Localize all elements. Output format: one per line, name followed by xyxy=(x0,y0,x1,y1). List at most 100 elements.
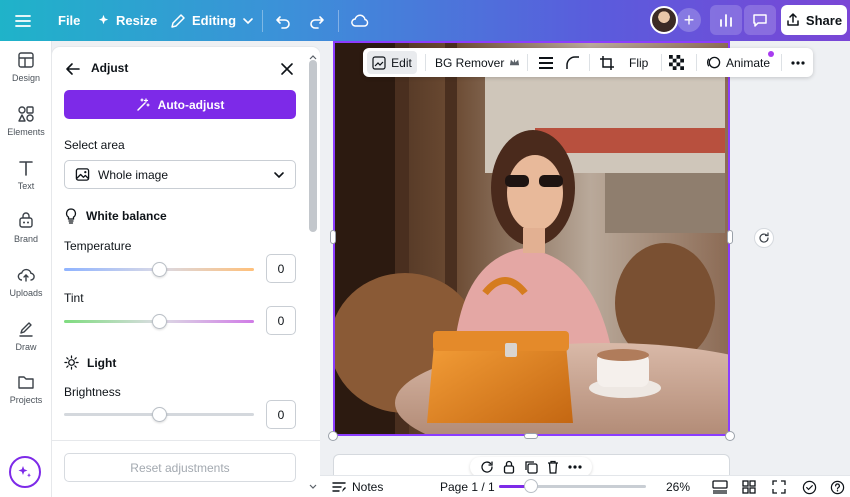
light-heading: Light xyxy=(64,355,116,370)
toolbar-divider xyxy=(661,54,662,71)
main-menu-button[interactable] xyxy=(14,0,32,41)
expand-icon xyxy=(772,480,786,494)
resize-handle-bottom[interactable] xyxy=(524,433,538,439)
brightness-thumb[interactable] xyxy=(152,407,167,422)
close-icon[interactable] xyxy=(280,62,294,76)
resize-button[interactable]: Resize xyxy=(97,0,157,41)
file-menu-button[interactable]: File xyxy=(58,0,80,41)
lock-icon[interactable] xyxy=(503,460,515,474)
zoom-percentage[interactable]: 26% xyxy=(666,476,690,497)
grid-view-button[interactable] xyxy=(712,476,728,497)
share-label: Share xyxy=(805,12,843,28)
reset-adjustments-button[interactable]: Reset adjustments xyxy=(64,453,296,482)
panel-scrollbar-thumb[interactable] xyxy=(309,60,317,232)
select-area-dropdown[interactable]: Whole image xyxy=(64,160,296,189)
animate-icon xyxy=(706,56,721,69)
refresh-page-icon[interactable] xyxy=(480,460,494,474)
image-context-toolbar: Edit BG Remover Flip Animate xyxy=(363,48,813,77)
more-options-button[interactable] xyxy=(791,48,805,77)
tint-thumb[interactable] xyxy=(152,314,167,329)
chevron-down-icon xyxy=(274,171,284,178)
auto-adjust-button[interactable]: Auto-adjust xyxy=(64,90,296,119)
notes-button[interactable]: Notes xyxy=(332,476,383,497)
panel-scrollbar[interactable] xyxy=(308,54,318,494)
resize-handle-bottom-right[interactable] xyxy=(725,431,735,441)
cloud-save-status-button[interactable] xyxy=(350,0,370,41)
transparency-button[interactable] xyxy=(669,48,684,77)
rotate-icon xyxy=(759,232,769,243)
zoom-slider-thumb[interactable] xyxy=(524,479,538,493)
page-actions-bar xyxy=(470,457,592,477)
more-horizontal-icon xyxy=(791,60,805,65)
flip-button[interactable]: Flip xyxy=(629,48,648,77)
tint-slider[interactable] xyxy=(64,314,254,329)
help-button[interactable] xyxy=(830,476,845,497)
magic-wand-icon xyxy=(136,97,150,111)
more-horizontal-icon[interactable] xyxy=(567,465,582,469)
zoom-slider-track[interactable] xyxy=(499,485,646,488)
rail-item-elements[interactable]: Elements xyxy=(0,96,52,146)
editing-mode-button[interactable]: Editing xyxy=(170,0,254,41)
border-style-button[interactable] xyxy=(538,48,554,77)
chevron-down-icon xyxy=(243,17,253,24)
undo-button[interactable] xyxy=(274,0,292,41)
brand-icon xyxy=(19,212,33,228)
brightness-input[interactable]: 0 xyxy=(266,400,296,429)
comment-icon xyxy=(753,14,767,27)
check-circle-icon xyxy=(802,480,817,494)
animate-button[interactable]: Animate xyxy=(706,48,770,77)
rail-item-text[interactable]: Text xyxy=(0,150,52,200)
notes-icon xyxy=(332,482,346,492)
image-icon xyxy=(75,168,90,181)
light-label: Light xyxy=(87,355,117,370)
rail-item-brand[interactable]: Brand xyxy=(0,203,52,253)
undo-icon xyxy=(276,15,290,29)
edit-image-button[interactable]: Edit xyxy=(367,51,417,74)
bg-remover-label: BG Remover xyxy=(435,55,505,70)
flip-label: Flip xyxy=(629,55,649,70)
share-button[interactable]: Share xyxy=(781,5,847,35)
check-design-button[interactable] xyxy=(802,476,817,497)
corner-rounding-button[interactable] xyxy=(565,48,581,77)
delete-page-icon[interactable] xyxy=(547,460,559,474)
rail-item-design[interactable]: Design xyxy=(0,42,52,92)
rail-item-projects[interactable]: Projects xyxy=(0,364,52,414)
crop-button[interactable] xyxy=(599,48,615,77)
invite-button[interactable]: + xyxy=(677,8,701,32)
magic-assistant-button[interactable] xyxy=(9,456,41,488)
avatar[interactable] xyxy=(650,6,678,34)
temperature-slider[interactable] xyxy=(64,262,254,277)
back-arrow-icon[interactable] xyxy=(65,61,81,77)
rail-label-brand: Brand xyxy=(13,234,39,244)
duplicate-page-icon[interactable] xyxy=(524,460,538,474)
design-photo[interactable] xyxy=(333,41,730,436)
rail-item-uploads[interactable]: Uploads xyxy=(0,257,52,307)
cafe-photo-image xyxy=(335,43,728,434)
brightness-slider[interactable] xyxy=(64,407,254,422)
resize-handle-right[interactable] xyxy=(727,230,733,244)
bar-chart-icon xyxy=(720,14,732,27)
fullscreen-button[interactable] xyxy=(772,476,786,497)
page-indicator[interactable]: Page 1 / 1 xyxy=(440,476,495,497)
comments-button[interactable] xyxy=(744,5,776,35)
temperature-input[interactable]: 0 xyxy=(266,254,296,283)
white-balance-heading: White balance xyxy=(64,208,167,224)
tint-input[interactable]: 0 xyxy=(266,306,296,335)
white-balance-label: White balance xyxy=(86,209,167,223)
redo-button[interactable] xyxy=(308,0,326,41)
new-feature-dot xyxy=(768,51,774,57)
toolbar-divider xyxy=(425,54,426,71)
rotate-handle[interactable] xyxy=(754,228,774,248)
resize-handle-left[interactable] xyxy=(330,230,336,244)
edit-image-icon xyxy=(372,55,386,70)
grid-layout-button[interactable] xyxy=(742,476,756,497)
insights-button[interactable] xyxy=(710,5,742,35)
bg-remover-button[interactable]: BG Remover xyxy=(435,48,520,77)
text-icon xyxy=(19,161,33,176)
rail-item-draw[interactable]: Draw xyxy=(0,311,52,361)
resize-handle-bottom-left[interactable] xyxy=(328,431,338,441)
temperature-thumb[interactable] xyxy=(152,262,167,277)
hamburger-icon xyxy=(15,14,31,27)
scroll-down-icon[interactable] xyxy=(309,484,317,490)
toolbar-divider xyxy=(527,54,528,71)
